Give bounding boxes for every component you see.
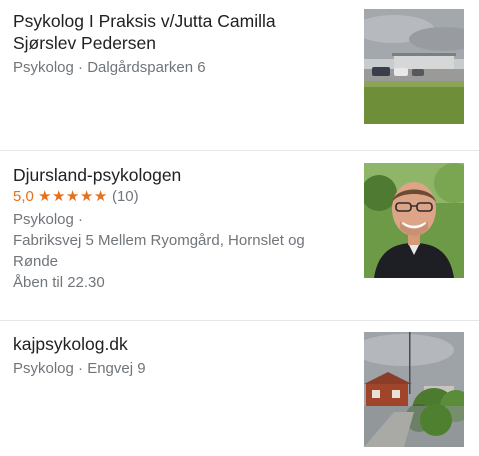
result-info: Psykolog I Praksis v/Jutta Camilla Sjørs… [13,10,343,78]
result-title-line: Psykolog I Praksis v/Jutta Camilla [13,11,276,31]
result-info: Djursland-psykologen 5,0 ★★★★★ (10) Psyk… [13,164,343,293]
result-title-line: Sjørslev Pedersen [13,33,156,53]
star-icon: ★★★★★ [38,188,108,205]
category-address: Psykolog · Dalgårdsparken 6 [13,59,206,76]
address-line: Rønde [13,253,59,270]
rating-row: 5,0 ★★★★★ (10) [13,187,343,207]
local-results-list: Psykolog I Praksis v/Jutta Camilla Sjørs… [0,0,479,456]
photo-street-house [364,332,464,447]
category: Psykolog · [13,211,84,228]
result-photo[interactable] [364,332,464,447]
photo-portrait [364,163,464,278]
rating-value: 5,0 [13,188,34,205]
category-address: Psykolog · Engvej 9 [13,360,146,377]
result-title[interactable]: Psykolog I Praksis v/Jutta Camilla Sjørs… [13,10,343,54]
result-item-1[interactable]: Psykolog I Praksis v/Jutta Camilla Sjørs… [0,0,479,151]
photo-building-parking [364,9,464,124]
result-title[interactable]: kajpsykolog.dk [13,333,343,355]
review-count[interactable]: (10) [112,188,139,205]
result-item-3[interactable]: kajpsykolog.dk Psykolog · Engvej 9 [0,321,479,456]
address-line: Fabriksvej 5 Mellem Ryomgård, Hornslet o… [13,232,305,249]
result-photo[interactable] [364,163,464,278]
result-info: kajpsykolog.dk Psykolog · Engvej 9 [13,333,343,379]
result-item-2[interactable]: Djursland-psykologen 5,0 ★★★★★ (10) Psyk… [0,151,479,321]
result-photo[interactable] [364,9,464,124]
result-title[interactable]: Djursland-psykologen [13,164,343,186]
opening-hours: Åben til 22.30 [13,274,105,291]
